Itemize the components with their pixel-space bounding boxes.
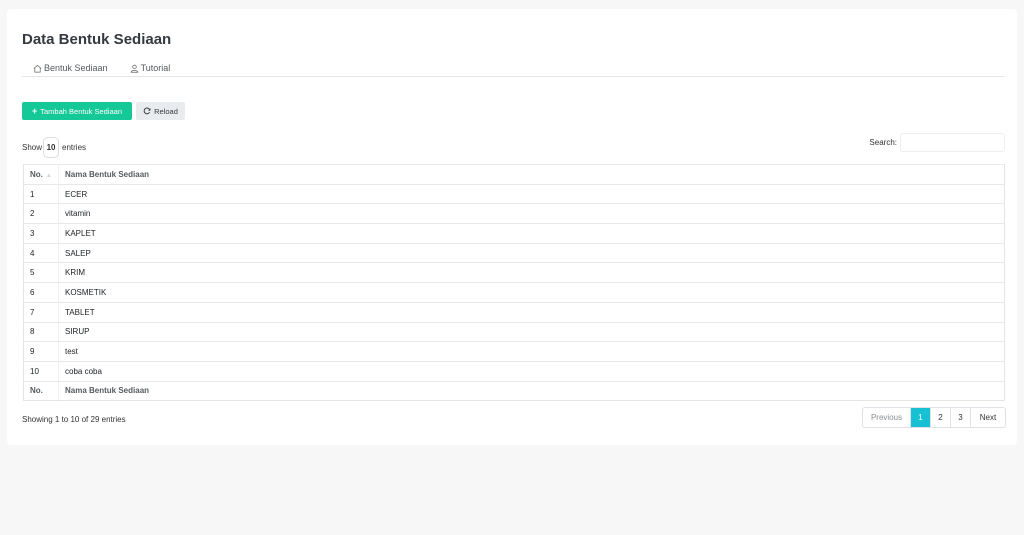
table-row: 4 SALEP [23,242,1005,263]
data-table: No. ▲ Nama Bentuk Sediaan 1 ECER 2 vitamin 3 K… [23,164,1005,402]
row-number-cell: 5 [23,262,59,283]
table-row: 3 KAPLET [23,223,1005,244]
search-label: Search: [869,138,897,147]
entries-length-control: Show 10 entries [22,137,86,158]
breadcrumb-item-bentuk-sediaan[interactable]: Bentuk Sediaan [22,60,119,76]
table-row: 5 KRIM [23,262,1005,283]
row-number-cell: 4 [23,242,59,263]
row-number-cell: 9 [23,341,59,362]
row-number-cell: 6 [23,282,59,303]
breadcrumb-label: Bentuk Sediaan [44,63,108,73]
row-name-cell: coba coba [58,360,1005,382]
table-row: 2 vitamin [23,203,1005,224]
row-name-cell: TABLET [58,301,1005,322]
column-header-nama[interactable]: Nama Bentuk Sediaan [58,164,1005,185]
table-row: 1 ECER [23,183,1005,204]
plus-icon: + [32,106,38,116]
table-header-row: No. ▲ Nama Bentuk Sediaan [23,164,1005,185]
add-button-label: Tambah Bentuk Sediaan [40,106,122,116]
row-name-cell: SIRUP [58,321,1005,342]
column-header-no[interactable]: No. ▲ [23,164,59,185]
table-info: Showing 1 to 10 of 29 entries [22,415,126,424]
table-row: 6 KOSMETIK [23,282,1005,303]
footer-no: No. [23,380,59,401]
search-input[interactable] [900,133,1005,152]
length-prefix: Show [22,143,43,152]
reload-button-label: Reload [154,106,178,116]
row-number-cell: 7 [23,301,59,322]
row-name-cell: SALEP [58,242,1005,263]
reload-button[interactable]: Reload [136,102,185,120]
content-card: Data Bentuk Sediaan Bentuk Sediaan Tutor… [7,9,1017,445]
row-name-cell: KRIM [58,262,1005,283]
entries-length-select[interactable]: 10 [43,137,60,158]
user-icon [130,64,138,73]
pagination-next[interactable]: Next [971,408,1005,427]
table-row: 7 TABLET [23,301,1005,322]
table-row: 10 coba coba [23,360,1005,382]
row-number-cell: 2 [23,203,59,224]
row-name-cell: test [58,341,1005,362]
row-number-cell: 3 [23,223,59,244]
pagination-page-1[interactable]: 1 [911,408,931,427]
pagination-previous[interactable]: Previous [863,408,911,427]
table-footer-row: No. Nama Bentuk Sediaan [23,380,1005,401]
breadcrumb-label: Tutorial [140,63,171,73]
table-row: 9 test [23,341,1005,362]
page-title: Data Bentuk Sediaan [22,31,172,48]
row-name-cell: KOSMETIK [58,282,1005,303]
row-number-cell: 10 [23,360,59,382]
breadcrumb-item-tutorial[interactable]: Tutorial [119,60,182,76]
breadcrumb: Bentuk Sediaan Tutorial [22,60,1004,77]
footer-nama: Nama Bentuk Sediaan [58,380,1005,401]
row-number-cell: 1 [23,183,59,204]
length-suffix: entries [62,143,87,152]
search-control: Search: [869,133,1005,152]
pagination: Previous 1 2 3 Next [862,407,1006,428]
row-name-cell: vitamin [58,203,1005,224]
refresh-icon [143,107,151,115]
row-name-cell: KAPLET [58,223,1005,244]
sort-icon: ▲ [45,172,52,179]
row-number-cell: 8 [23,321,59,342]
add-bentuk-sediaan-button[interactable]: + Tambah Bentuk Sediaan [22,102,132,120]
row-name-cell: ECER [58,183,1005,204]
pagination-page-2[interactable]: 2 [931,408,951,427]
pagination-page-3[interactable]: 3 [951,408,971,427]
home-icon [33,64,42,72]
table-row: 8 SIRUP [23,321,1005,342]
